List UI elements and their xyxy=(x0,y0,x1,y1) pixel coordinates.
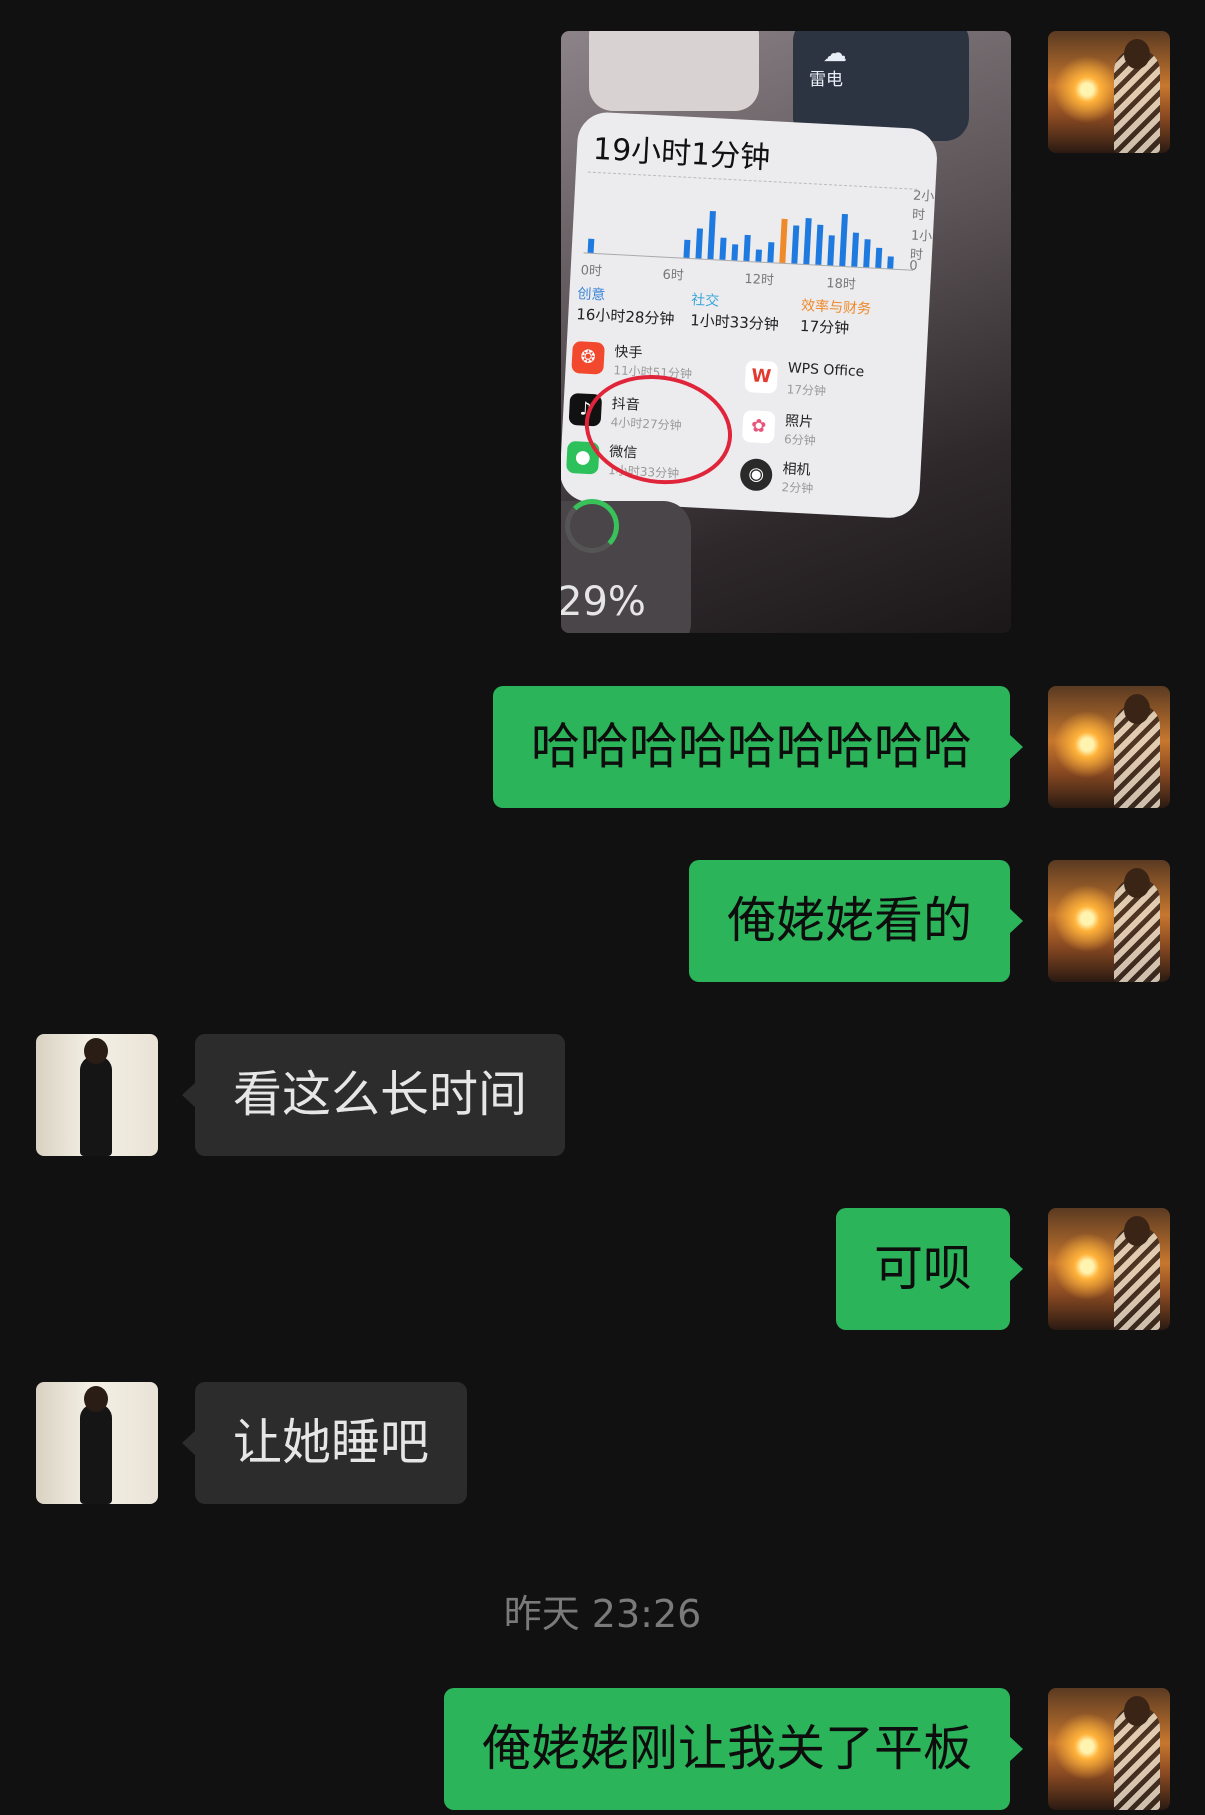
usage-bar xyxy=(875,247,883,269)
app-time: 6分钟 xyxy=(783,432,817,448)
app-name: 相机 xyxy=(782,461,811,479)
red-circle-annotation xyxy=(576,364,740,495)
x-axis-tick: 18时 xyxy=(825,276,857,293)
usage-bar xyxy=(731,244,739,261)
battery-ring-icon xyxy=(565,499,619,553)
app-row-wechat: ● 微信 1小时33分钟 xyxy=(566,440,679,481)
usage-bar xyxy=(587,238,595,253)
usage-bar xyxy=(863,239,871,268)
weather-label: 雷电 xyxy=(809,70,843,90)
usage-bar xyxy=(851,232,860,267)
message-bubble-received[interactable]: 看这么长时间 xyxy=(181,1034,566,1156)
contact-avatar[interactable] xyxy=(36,1382,158,1504)
usage-bar xyxy=(707,210,716,260)
my-avatar[interactable] xyxy=(1048,1208,1170,1330)
app-row-wps: W WPS Office 17分钟 xyxy=(744,360,865,400)
usage-bar xyxy=(683,239,691,258)
usage-bar xyxy=(815,224,824,265)
usage-bar xyxy=(839,213,848,267)
category-social: 社交 xyxy=(690,292,720,310)
app-name: 照片 xyxy=(784,413,814,431)
category-productivity-time: 17分钟 xyxy=(799,316,850,338)
message-bubble-sent[interactable]: 俺姥姥看的 xyxy=(688,860,1024,982)
usage-bar xyxy=(779,218,788,264)
my-avatar[interactable] xyxy=(1048,686,1170,808)
app-time: 2分钟 xyxy=(781,480,814,496)
my-avatar[interactable] xyxy=(1048,31,1170,153)
usage-bar xyxy=(827,235,835,266)
usage-bar xyxy=(767,242,775,263)
usage-bar xyxy=(887,256,894,269)
app-name: 快手 xyxy=(614,344,643,362)
category-creative-time: 16小时28分钟 xyxy=(575,305,675,329)
photos-icon: ✿ xyxy=(741,410,776,444)
app-time: 17分钟 xyxy=(786,382,827,399)
y-axis-tick: 2小时 xyxy=(911,188,935,224)
usage-bar xyxy=(755,249,762,262)
category-social-time: 1小时33分钟 xyxy=(689,311,780,334)
message-bubble-sent[interactable]: 可呗 xyxy=(835,1208,1024,1330)
message-bubble-received[interactable]: 让她睡吧 xyxy=(181,1382,468,1504)
usage-bar-chart xyxy=(583,171,918,271)
kuaishou-icon: ❂ xyxy=(571,340,605,375)
x-axis-tick: 6时 xyxy=(662,267,685,284)
battery-percent: 29% xyxy=(561,579,646,625)
x-axis-tick: 0时 xyxy=(580,263,603,280)
widget-tile xyxy=(589,31,759,111)
app-row-kuaishou: ❂ 快手 11小时51分钟 xyxy=(571,340,692,381)
screenshot-image-message[interactable]: ☁ 雷电 19小时1分钟 0时 6时 12时 18时 2小时 1小时 0 创意 … xyxy=(561,31,1011,633)
wps-icon: W xyxy=(744,360,779,394)
screen-time-total: 19小时1分钟 xyxy=(592,131,771,177)
screen-time-widget: 19小时1分钟 0时 6时 12时 18时 2小时 1小时 0 创意 16小时2… xyxy=(561,111,939,520)
y-axis-tick: 0 xyxy=(908,258,919,274)
usage-bar xyxy=(803,218,812,265)
app-row-photos: ✿ 照片 6分钟 xyxy=(741,410,816,450)
usage-bar xyxy=(719,237,727,260)
contact-avatar[interactable] xyxy=(36,1034,158,1156)
message-bubble-sent[interactable]: 俺姥姥刚让我关了平板 xyxy=(443,1688,1024,1810)
my-avatar[interactable] xyxy=(1048,1688,1170,1810)
usage-bar xyxy=(695,228,704,259)
app-name: WPS Office xyxy=(787,360,865,381)
x-axis-tick: 12时 xyxy=(744,271,775,289)
category-creative: 创意 xyxy=(576,286,606,304)
usage-bar xyxy=(743,234,751,262)
my-avatar[interactable] xyxy=(1048,860,1170,982)
chat-timestamp: 昨天 23:26 xyxy=(503,1592,702,1636)
usage-bar xyxy=(791,225,800,264)
camera-icon: ◉ xyxy=(739,457,774,492)
app-row-douyin: ♪ 抖音 4小时27分钟 xyxy=(568,392,682,433)
message-bubble-sent[interactable]: 哈哈哈哈哈哈哈哈哈 xyxy=(492,686,1024,808)
app-row-camera: ◉ 相机 2分钟 xyxy=(739,457,814,498)
cloud-lightning-icon: ☁ xyxy=(823,39,847,67)
